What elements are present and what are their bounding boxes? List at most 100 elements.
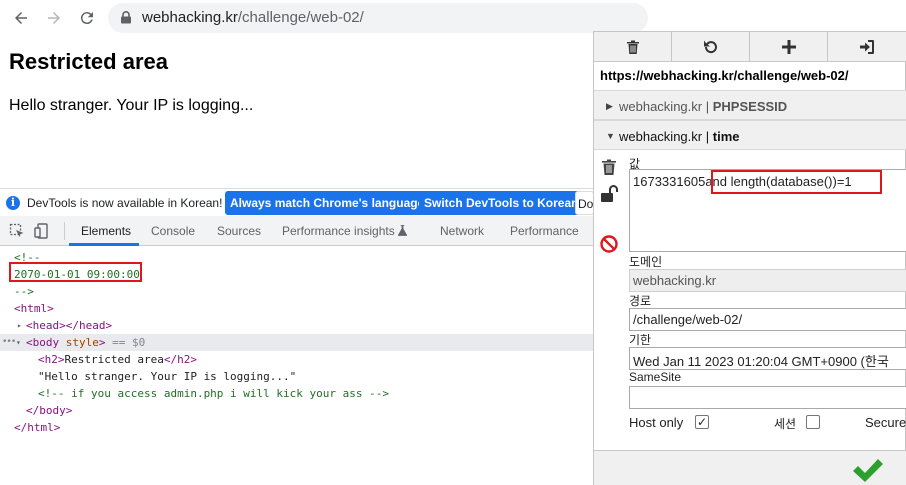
cookie-editor-footer xyxy=(594,450,906,485)
cookie-separator: | xyxy=(705,99,710,114)
cookie-separator: | xyxy=(705,129,710,144)
path-label: 경로 xyxy=(629,294,652,308)
url-text: webhacking.kr/challenge/web-02/ xyxy=(142,9,364,26)
undo-icon xyxy=(703,40,717,54)
cookie-name: PHPSESSID xyxy=(712,99,788,114)
body-tag-name: <body xyxy=(26,336,60,349)
cookie-domain: webhacking.kr xyxy=(619,129,703,144)
expand-triangle-icon: ▶ xyxy=(606,101,613,111)
switch-korean-button[interactable]: Switch DevTools to Korean xyxy=(419,191,584,215)
cookie-name: time xyxy=(712,129,740,144)
domain-input[interactable]: webhacking.kr xyxy=(629,269,906,292)
arrow-right-icon xyxy=(48,12,60,24)
address-bar[interactable]: webhacking.kr/challenge/web-02/ xyxy=(108,3,648,33)
date-highlight-box xyxy=(9,262,142,282)
selected-node-marker: == $0 xyxy=(112,336,146,349)
elements-dom-tree: <!-- 2070-01-01 09:00:00 --> <html> ▸ <he… xyxy=(0,247,594,485)
tab-performance[interactable]: Performance xyxy=(510,224,579,238)
collapse-arrow-icon[interactable]: ▾ xyxy=(16,334,21,351)
delete-cookie-icon[interactable] xyxy=(599,157,619,177)
cookie-domain: webhacking.kr xyxy=(619,99,703,114)
tab-performance-insights-label: Performance insights xyxy=(282,224,395,238)
dom-head[interactable]: ▸ <head></head> xyxy=(17,317,620,334)
collapse-triangle-icon: ▼ xyxy=(606,131,615,141)
cookie-editor-url: https://webhacking.kr/challenge/web-02/ xyxy=(600,68,849,83)
node-actions-icon[interactable]: ••• xyxy=(2,334,16,351)
h2-open-tag: <h2> xyxy=(38,353,65,366)
body-close-tag: </body> xyxy=(26,404,73,417)
body-text-node: "Hello stranger. Your IP is logging..." xyxy=(38,370,297,383)
cookie-value-timestamp: 1673331605 xyxy=(633,174,706,189)
body-attr: style xyxy=(65,336,99,349)
session-checkbox[interactable] xyxy=(806,415,820,429)
page-body-text: Hello stranger. Your IP is logging... xyxy=(9,97,254,114)
save-checkmark-icon[interactable] xyxy=(851,456,885,484)
host-only-checkbox[interactable]: ✓ xyxy=(695,415,709,429)
tab-network[interactable]: Network xyxy=(440,224,484,238)
devtools-language-infobar: i DevTools is now available in Korean! A… xyxy=(0,188,594,216)
reload-button[interactable] xyxy=(75,6,99,30)
expires-label: 기한 xyxy=(629,333,652,347)
comment-close-text: --> xyxy=(14,285,34,298)
flask-icon xyxy=(398,225,408,236)
domain-label: 도메인 xyxy=(629,255,663,269)
devtools-tabbar: Elements Console Sources Performance ins… xyxy=(0,216,594,246)
body-tag-bracket: > xyxy=(98,336,106,349)
tab-elements[interactable]: Elements xyxy=(81,224,131,238)
path-input[interactable]: /challenge/web-02/ xyxy=(629,308,906,331)
add-cookie-button[interactable] xyxy=(750,32,828,62)
info-icon: i xyxy=(6,196,20,210)
page-title: Restricted area xyxy=(9,49,168,74)
cookie-editor-popup: https://webhacking.kr/challenge/web-02/ … xyxy=(593,31,906,485)
sign-in-icon xyxy=(860,40,874,54)
reload-icon xyxy=(80,12,93,25)
injection-highlight-box xyxy=(711,170,882,194)
html-close-tag: </html> xyxy=(14,421,61,434)
host-only-label: Host only xyxy=(629,415,684,430)
dom-h2[interactable]: <h2>Restricted area</h2> xyxy=(38,351,632,368)
h2-text: Restricted area xyxy=(64,353,164,366)
dom-text-node[interactable]: "Hello stranger. Your IP is logging..." xyxy=(38,368,632,385)
body-open-tag: <body style> == $0 xyxy=(26,334,145,351)
tab-performance-insights[interactable]: Performance insights xyxy=(282,224,408,238)
dom-comment-close[interactable]: --> xyxy=(14,283,608,300)
dom-body-close[interactable]: </body> xyxy=(26,402,620,419)
h2-close-tag: </h2> xyxy=(163,353,197,366)
html-open-tag: <html> xyxy=(14,302,54,315)
tab-sources[interactable]: Sources xyxy=(217,224,261,238)
url-path: /challenge/web-02/ xyxy=(237,9,364,26)
active-tab-indicator xyxy=(69,243,139,246)
hidden-comment-text: <!-- if you access admin.php i will kick… xyxy=(38,387,389,400)
cookie-row-phpsessid[interactable]: ▶ webhacking.kr | PHPSESSID xyxy=(594,90,906,120)
back-button[interactable] xyxy=(9,6,33,30)
cookie-editor-toolbar xyxy=(594,32,906,62)
dom-body-open-selected[interactable]: ••• ▾ <body style> == $0 xyxy=(0,334,594,351)
lock-icon xyxy=(121,11,131,24)
forward-button[interactable] xyxy=(42,6,66,30)
expires-input[interactable]: Wed Jan 11 2023 01:20:04 GMT+0900 (한국 xyxy=(629,347,906,370)
dom-html-open[interactable]: <html> xyxy=(14,300,608,317)
dont-show-button[interactable]: Do xyxy=(575,191,594,215)
url-host: webhacking.kr xyxy=(142,9,238,26)
samesite-select[interactable] xyxy=(629,386,906,409)
head-tag: <head></head> xyxy=(26,319,113,332)
unlock-icon[interactable] xyxy=(599,184,619,204)
expand-arrow-icon[interactable]: ▸ xyxy=(17,317,22,334)
secure-label: Secure xyxy=(865,415,906,430)
tab-console[interactable]: Console xyxy=(151,224,195,238)
arrow-left-icon xyxy=(15,12,27,24)
session-label: 세션 xyxy=(774,417,797,431)
delete-all-button[interactable] xyxy=(594,32,672,62)
infobar-message: DevTools is now available in Korean! xyxy=(27,196,223,210)
samesite-label: SameSite xyxy=(629,370,682,384)
inspect-element-icon[interactable] xyxy=(9,223,25,239)
cookie-row-time[interactable]: ▼ webhacking.kr | time xyxy=(594,120,906,150)
reset-button[interactable] xyxy=(672,32,750,62)
dom-hidden-comment[interactable]: <!-- if you access admin.php i will kick… xyxy=(38,385,632,402)
dom-html-close[interactable]: </html> xyxy=(14,419,608,436)
toolbar-divider xyxy=(64,222,65,240)
block-icon[interactable] xyxy=(599,234,619,254)
match-language-button[interactable]: Always match Chrome's language xyxy=(225,191,430,215)
import-button[interactable] xyxy=(828,32,906,62)
device-toolbar-icon[interactable] xyxy=(34,223,50,239)
